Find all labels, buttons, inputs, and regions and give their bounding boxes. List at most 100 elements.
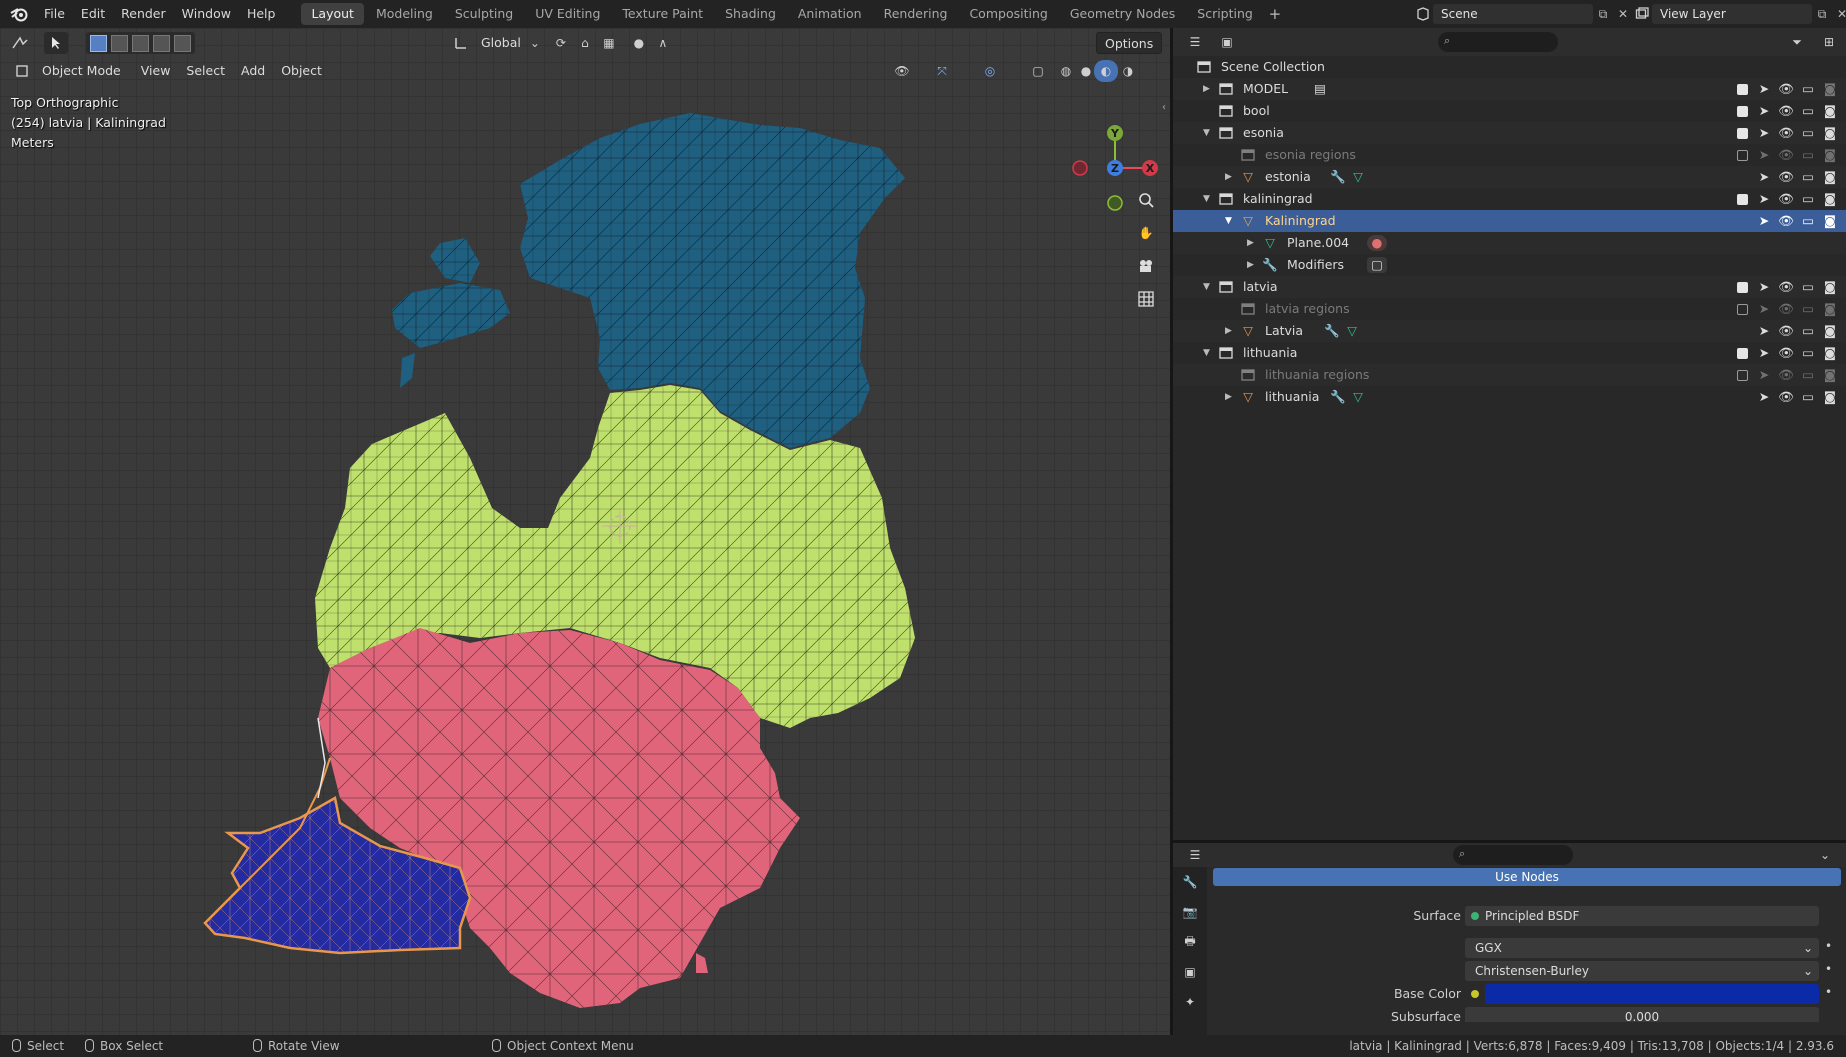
delete-view-layer-icon[interactable]: ✕	[1832, 4, 1846, 24]
viewport-disable-icon[interactable]: ▭	[1800, 367, 1816, 383]
render-camera-icon[interactable]: ◙	[1822, 191, 1838, 207]
exclude-checkbox[interactable]	[1734, 191, 1750, 207]
scene-icon[interactable]	[1413, 4, 1433, 24]
hide-eye-icon[interactable]: 👁	[1778, 191, 1794, 207]
transform-orientation-dropdown[interactable]: Global	[473, 32, 529, 54]
add-workspace-button[interactable]: +	[1265, 5, 1285, 23]
exclude-checkbox[interactable]	[1734, 367, 1750, 383]
material-shading-icon[interactable]: ◐	[1094, 60, 1118, 82]
viewport-disable-icon[interactable]: ▭	[1800, 169, 1816, 185]
hide-eye-icon[interactable]: 👁	[1778, 147, 1794, 163]
tree-row-latvia-object[interactable]: ▶ ▽ Latvia 🔧 ▽ ➤ 👁 ▭ ◙	[1173, 320, 1846, 342]
tab-compositing[interactable]: Compositing	[959, 3, 1057, 25]
expand-arrow-icon[interactable]: ▶	[1225, 320, 1232, 342]
pivot-point-icon[interactable]: ⟳	[549, 32, 573, 54]
subsurface-method-dropdown[interactable]: Christensen-Burley ⌄	[1465, 961, 1819, 981]
viewport-disable-icon[interactable]: ▭	[1800, 103, 1816, 119]
viewport-disable-icon[interactable]: ▭	[1800, 323, 1816, 339]
tab-rendering[interactable]: Rendering	[874, 3, 958, 25]
viewport-disable-icon[interactable]: ▭	[1800, 279, 1816, 295]
use-nodes-button[interactable]: Use Nodes	[1213, 868, 1841, 886]
selectable-icon[interactable]: ➤	[1756, 147, 1772, 163]
exclude-checkbox[interactable]	[1734, 125, 1750, 141]
outliner-editor-icon[interactable]: ☰	[1183, 31, 1207, 53]
collapse-arrow-icon[interactable]: ▼	[1203, 342, 1210, 364]
select-new-icon[interactable]	[90, 34, 107, 52]
tool-tab-icon[interactable]: 🔧	[1173, 867, 1207, 897]
menu-object[interactable]: Object	[273, 60, 330, 82]
selectable-icon[interactable]: ➤	[1756, 213, 1772, 229]
editor-type-icon[interactable]	[8, 32, 32, 54]
viewport-disable-icon[interactable]: ▭	[1800, 213, 1816, 229]
outliner-search-input[interactable]: ⌕	[1438, 32, 1558, 52]
viewport-disable-icon[interactable]: ▭	[1800, 389, 1816, 405]
output-tab-icon[interactable]: 🖶	[1173, 927, 1207, 957]
expand-arrow-icon[interactable]: ▶	[1247, 232, 1254, 254]
render-camera-icon[interactable]: ◙	[1822, 147, 1838, 163]
overlays-toggle-icon[interactable]: ◎	[978, 60, 1002, 82]
menu-edit[interactable]: Edit	[73, 0, 113, 28]
selectable-icon[interactable]: ➤	[1756, 389, 1772, 405]
collapse-arrow-icon[interactable]: ▼	[1203, 188, 1210, 210]
hide-eye-icon[interactable]: 👁	[1778, 301, 1794, 317]
render-camera-icon[interactable]: ◙	[1822, 367, 1838, 383]
tree-row-lithuania-object[interactable]: ▶ ▽ lithuania 🔧 ▽ ➤ 👁 ▭ ◙	[1173, 386, 1846, 408]
tree-row-lithuania-collection[interactable]: ▼ lithuania ➤ 👁 ▭ ◙	[1173, 342, 1846, 364]
expand-arrow-icon[interactable]: ▶	[1225, 166, 1232, 188]
render-camera-icon[interactable]: ◙	[1822, 213, 1838, 229]
animate-dot-icon[interactable]: •	[1825, 962, 1832, 976]
hide-eye-icon[interactable]: 👁	[1778, 323, 1794, 339]
collapse-arrow-icon[interactable]: ▼	[1203, 276, 1210, 298]
menu-help[interactable]: Help	[239, 0, 284, 28]
transform-orientation-icon[interactable]	[449, 32, 473, 54]
sidebar-toggle-icon[interactable]: ‹	[1162, 102, 1166, 113]
selectable-icon[interactable]: ➤	[1756, 169, 1772, 185]
expand-arrow-icon[interactable]: ▶	[1203, 78, 1210, 100]
menu-render[interactable]: Render	[113, 0, 174, 28]
exclude-checkbox[interactable]	[1734, 81, 1750, 97]
tree-row-scene-collection[interactable]: Scene Collection	[1173, 56, 1846, 78]
new-view-layer-icon[interactable]: ⧉	[1812, 4, 1832, 24]
delete-scene-icon[interactable]: ✕	[1613, 4, 1633, 24]
viewport-disable-icon[interactable]: ▭	[1800, 125, 1816, 141]
gizmo-toggle-icon[interactable]: ⤧	[930, 60, 954, 82]
falloff-icon[interactable]: ∧	[651, 32, 675, 54]
hide-eye-icon[interactable]: 👁	[1778, 367, 1794, 383]
render-camera-icon[interactable]: ◙	[1822, 389, 1838, 405]
tree-row-model[interactable]: ▶ MODEL ▤ ➤ 👁 ▭ ◙	[1173, 78, 1846, 100]
exclude-checkbox[interactable]	[1734, 279, 1750, 295]
selectable-icon[interactable]: ➤	[1756, 301, 1772, 317]
select-subtract-icon[interactable]	[132, 34, 149, 52]
tab-shading[interactable]: Shading	[715, 3, 786, 25]
hide-eye-icon[interactable]: 👁	[1778, 213, 1794, 229]
ortho-grid-icon[interactable]	[1131, 284, 1161, 314]
collapse-arrow-icon[interactable]: ▼	[1203, 122, 1210, 144]
selectable-icon[interactable]: ➤	[1756, 125, 1772, 141]
hide-eye-icon[interactable]: 👁	[1778, 279, 1794, 295]
render-camera-icon[interactable]: ◙	[1822, 301, 1838, 317]
tree-row-latvia-collection[interactable]: ▼ latvia ➤ 👁 ▭ ◙	[1173, 276, 1846, 298]
exclude-checkbox[interactable]	[1734, 103, 1750, 119]
hide-eye-icon[interactable]: 👁	[1778, 389, 1794, 405]
select-tool-icon[interactable]	[44, 32, 68, 54]
tree-row-lithuania-regions[interactable]: lithuania regions ➤ 👁 ▭ ◙	[1173, 364, 1846, 386]
selectable-icon[interactable]: ➤	[1756, 103, 1772, 119]
snap-increment-icon[interactable]: ▦	[597, 32, 621, 54]
select-invert-icon[interactable]	[153, 34, 170, 52]
tab-scripting[interactable]: Scripting	[1187, 3, 1263, 25]
menu-select[interactable]: Select	[178, 60, 233, 82]
blender-logo-icon[interactable]	[8, 3, 30, 25]
selectable-icon[interactable]: ➤	[1756, 81, 1772, 97]
animate-dot-icon[interactable]: •	[1825, 939, 1832, 953]
base-color-field[interactable]	[1465, 984, 1819, 1004]
render-camera-icon[interactable]: ◙	[1822, 81, 1838, 97]
new-collection-icon[interactable]: ⊞	[1817, 31, 1841, 53]
tab-geometry-nodes[interactable]: Geometry Nodes	[1060, 3, 1185, 25]
hide-eye-icon[interactable]: 👁	[1778, 103, 1794, 119]
scene-tab-icon[interactable]: ✦	[1173, 987, 1207, 1017]
tree-row-kaliningrad-collection[interactable]: ▼ kaliningrad ➤ 👁 ▭ ◙	[1173, 188, 1846, 210]
viewport-disable-icon[interactable]: ▭	[1800, 147, 1816, 163]
render-camera-icon[interactable]: ◙	[1822, 345, 1838, 361]
hide-eye-icon[interactable]: 👁	[1778, 125, 1794, 141]
tree-row-modifiers[interactable]: ▶ 🔧 Modifiers ▢	[1173, 254, 1846, 276]
